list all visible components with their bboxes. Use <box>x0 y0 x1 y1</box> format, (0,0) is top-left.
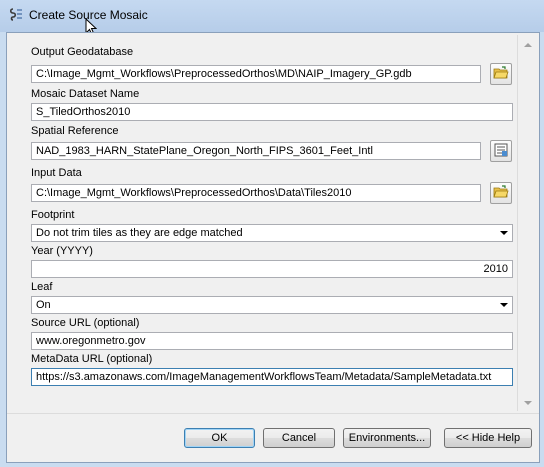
input-data-input[interactable]: C:\Image_Mgmt_Workflows\PreprocessedOrth… <box>31 184 481 202</box>
leaf-label: Leaf <box>31 281 53 293</box>
spatial-reference-button[interactable] <box>490 140 512 162</box>
leaf-value: On <box>36 299 51 311</box>
scroll-track[interactable] <box>519 52 536 394</box>
parameters-panel: Output Geodatabase C:\Image_Mgmt_Workflo… <box>8 35 518 411</box>
output-geodatabase-label: Output Geodatabase <box>31 46 134 58</box>
output-geodatabase-input[interactable]: C:\Image_Mgmt_Workflows\PreprocessedOrth… <box>31 65 481 83</box>
cancel-button[interactable]: Cancel <box>263 428 335 448</box>
title-bar: Create Source Mosaic <box>0 0 544 36</box>
chevron-down-icon <box>523 397 532 409</box>
year-label: Year (YYYY) <box>31 245 93 257</box>
ok-button[interactable]: OK <box>184 428 255 448</box>
footer-divider <box>7 413 539 414</box>
hide-help-button[interactable]: << Hide Help <box>444 428 532 448</box>
source-url-input[interactable]: www.oregonmetro.gov <box>31 332 513 350</box>
footprint-value: Do not trim tiles as they are edge match… <box>36 227 243 239</box>
mosaic-dataset-name-input[interactable]: S_TiledOrthos2010 <box>31 103 513 121</box>
year-input[interactable]: 2010 <box>31 260 513 278</box>
output-geodatabase-browse-button[interactable] <box>490 63 512 85</box>
coordinate-system-icon <box>493 142 509 161</box>
mosaic-dataset-name-label: Mosaic Dataset Name <box>31 88 140 100</box>
source-url-label: Source URL (optional) <box>31 317 140 329</box>
chevron-up-icon <box>523 38 532 50</box>
metadata-url-label: MetaData URL (optional) <box>31 353 153 365</box>
script-tool-icon <box>8 7 24 23</box>
open-folder-icon <box>493 65 509 83</box>
input-data-label: Input Data <box>31 167 82 179</box>
chevron-down-icon <box>500 231 508 235</box>
dialog-body: Output Geodatabase C:\Image_Mgmt_Workflo… <box>6 32 540 463</box>
footprint-label: Footprint <box>31 209 75 221</box>
input-data-browse-button[interactable] <box>490 182 512 204</box>
scroll-down-button[interactable] <box>519 394 536 411</box>
leaf-dropdown[interactable]: On <box>31 296 513 314</box>
chevron-down-icon <box>500 303 508 307</box>
open-folder-icon <box>493 184 509 202</box>
spatial-reference-input[interactable]: NAD_1983_HARN_StatePlane_Oregon_North_FI… <box>31 142 481 160</box>
environments-button[interactable]: Environments... <box>343 428 431 448</box>
spatial-reference-label: Spatial Reference <box>31 125 119 137</box>
vertical-scrollbar[interactable] <box>519 35 536 411</box>
footprint-dropdown[interactable]: Do not trim tiles as they are edge match… <box>31 224 513 242</box>
scroll-up-button[interactable] <box>519 35 536 52</box>
metadata-url-input[interactable]: https://s3.amazonaws.com/ImageManagement… <box>31 368 513 386</box>
